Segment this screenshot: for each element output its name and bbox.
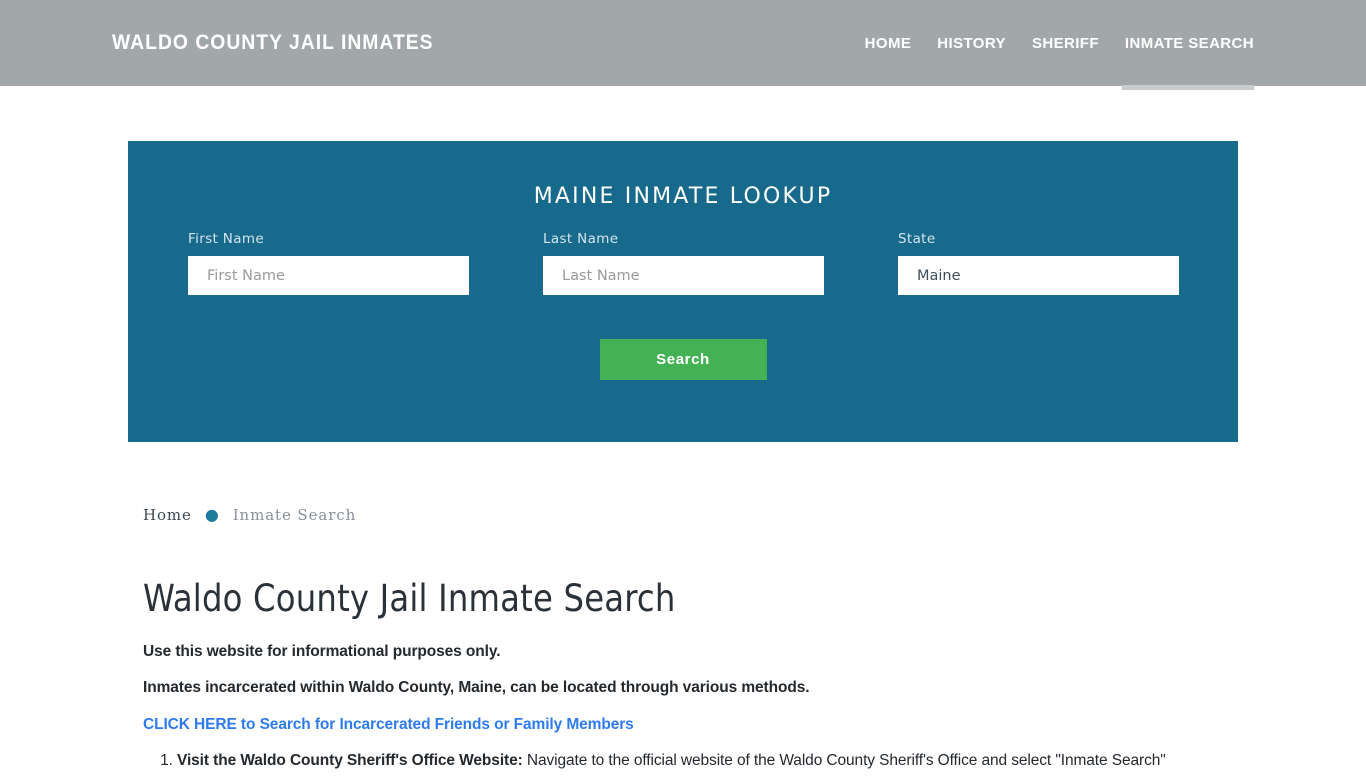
last-name-input[interactable] xyxy=(543,256,824,295)
intro-paragraph-1: Use this website for informational purpo… xyxy=(143,642,501,660)
lookup-fields-row: First Name Last Name State Maine xyxy=(128,231,1238,306)
breadcrumb-home-link[interactable]: Home xyxy=(143,506,192,524)
nav-link-sheriff[interactable]: SHERIFF xyxy=(1032,35,1099,52)
site-brand-title: WALDO COUNTY JAIL INMATES xyxy=(112,31,434,54)
breadcrumb: Home ● Inmate Search xyxy=(143,506,356,524)
state-select[interactable]: Maine xyxy=(898,256,1179,295)
search-methods-list: Visit the Waldo County Sheriff's Office … xyxy=(143,752,1273,770)
last-name-label: Last Name xyxy=(543,231,619,247)
breadcrumb-current-page: Inmate Search xyxy=(232,506,357,524)
last-name-field-group: Last Name xyxy=(543,231,824,295)
step-heading: Visit the Waldo County Sheriff's Office … xyxy=(177,751,523,769)
nav-link-inmate-search[interactable]: INMATE SEARCH xyxy=(1125,35,1254,52)
state-field-group: State Maine xyxy=(898,231,1179,295)
nav-link-home[interactable]: HOME xyxy=(865,35,912,52)
main-navigation: HOME HISTORY SHERIFF INMATE SEARCH xyxy=(865,0,1254,86)
nav-link-history[interactable]: HISTORY xyxy=(937,35,1006,52)
inmate-search-cta-link[interactable]: CLICK HERE to Search for Incarcerated Fr… xyxy=(143,716,1273,734)
first-name-field-group: First Name xyxy=(188,231,469,295)
search-button[interactable]: Search xyxy=(599,339,767,380)
lookup-panel-title: MAINE INMATE LOOKUP xyxy=(533,184,833,209)
nav-active-indicator xyxy=(1122,85,1254,90)
breadcrumb-separator-dot-icon: ● xyxy=(204,505,220,524)
site-header: WALDO COUNTY JAIL INMATES HOME HISTORY S… xyxy=(0,0,1366,90)
search-button-container: Search xyxy=(128,339,1238,380)
list-item: Visit the Waldo County Sheriff's Office … xyxy=(177,752,1273,770)
intro-paragraph-2: Inmates incarcerated within Waldo County… xyxy=(143,678,810,696)
main-content: Waldo County Jail Inmate Search Use this… xyxy=(143,577,1273,780)
inmate-lookup-panel: MAINE INMATE LOOKUP First Name Last Name… xyxy=(128,141,1238,442)
state-label: State xyxy=(898,231,936,247)
first-name-label: First Name xyxy=(188,231,265,247)
state-select-value: Maine xyxy=(917,267,961,284)
page-title: Waldo County Jail Inmate Search xyxy=(143,577,676,620)
step-body: Navigate to the official website of the … xyxy=(522,751,1166,769)
first-name-input[interactable] xyxy=(188,256,469,295)
